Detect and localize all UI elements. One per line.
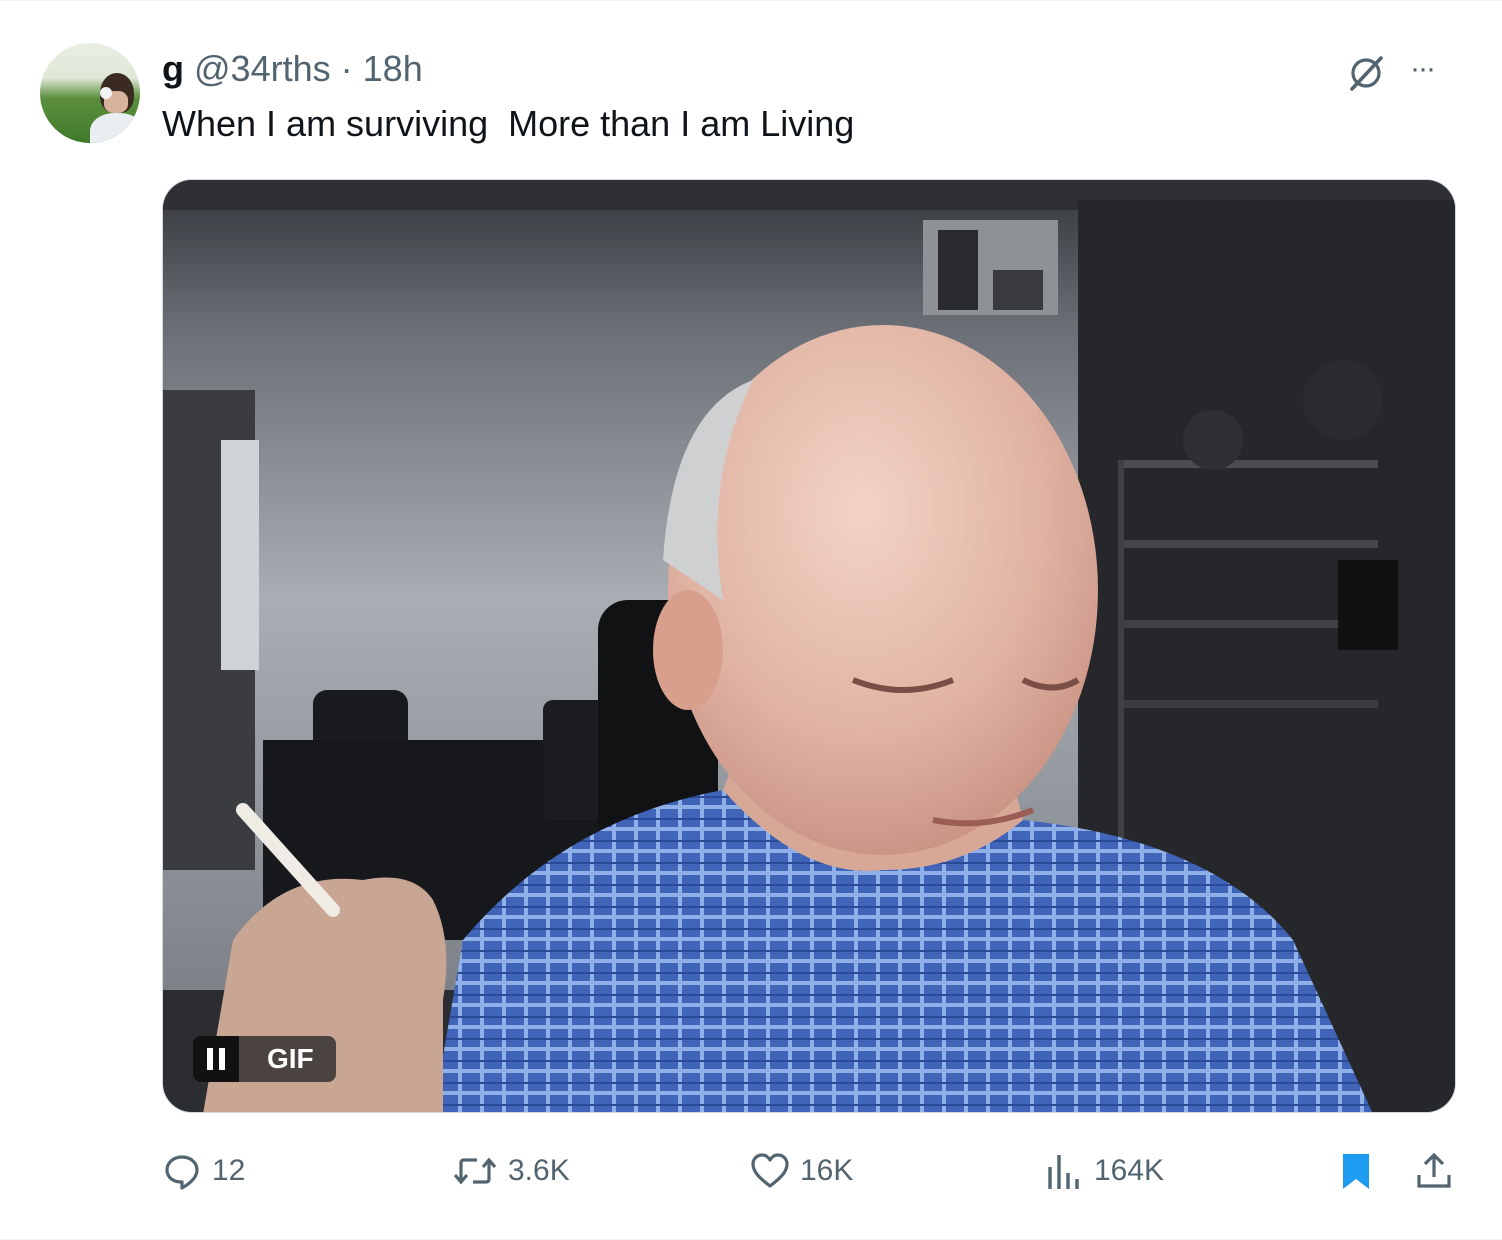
like-count: 16K xyxy=(800,1154,854,1187)
grok-icon[interactable] xyxy=(1346,53,1386,93)
gif-media[interactable]: GIF xyxy=(162,179,1456,1113)
pause-icon[interactable] xyxy=(193,1036,239,1082)
timestamp[interactable]: 18h xyxy=(363,48,423,89)
share-icon xyxy=(1417,1152,1451,1188)
reply-button[interactable]: 12 xyxy=(162,1147,245,1195)
tweet-text: When I am surviving More than I am Livin… xyxy=(162,103,855,144)
reply-icon xyxy=(165,1155,199,1190)
bookmark-icon xyxy=(1343,1154,1369,1189)
tweet-card[interactable]: g @34rths · 18h ··· When I am surviving … xyxy=(0,0,1502,1240)
author-name[interactable]: g xyxy=(162,48,184,89)
repost-icon xyxy=(453,1157,497,1185)
views-button[interactable]: 164K xyxy=(1044,1147,1164,1195)
gif-frame xyxy=(163,180,1455,1112)
author-handle[interactable]: @34rths xyxy=(194,48,331,89)
bookmark-button[interactable] xyxy=(1336,1147,1376,1195)
gif-label: GIF xyxy=(239,1036,336,1082)
more-icon[interactable]: ··· xyxy=(1410,54,1454,84)
tweet-header: g @34rths · 18h xyxy=(162,47,423,91)
reply-count: 12 xyxy=(212,1154,246,1187)
like-icon xyxy=(751,1153,789,1188)
repost-button[interactable]: 3.6K xyxy=(452,1147,570,1195)
views-icon xyxy=(1048,1155,1079,1189)
share-button[interactable] xyxy=(1414,1147,1454,1195)
gif-badge[interactable]: GIF xyxy=(193,1036,336,1082)
repost-count: 3.6K xyxy=(508,1154,570,1187)
separator-dot: · xyxy=(340,48,353,89)
action-bar: 12 3.6K 16K 164K xyxy=(0,1147,1502,1195)
views-count: 164K xyxy=(1094,1154,1165,1187)
like-button[interactable]: 16K xyxy=(750,1147,853,1195)
avatar[interactable] xyxy=(40,43,140,143)
